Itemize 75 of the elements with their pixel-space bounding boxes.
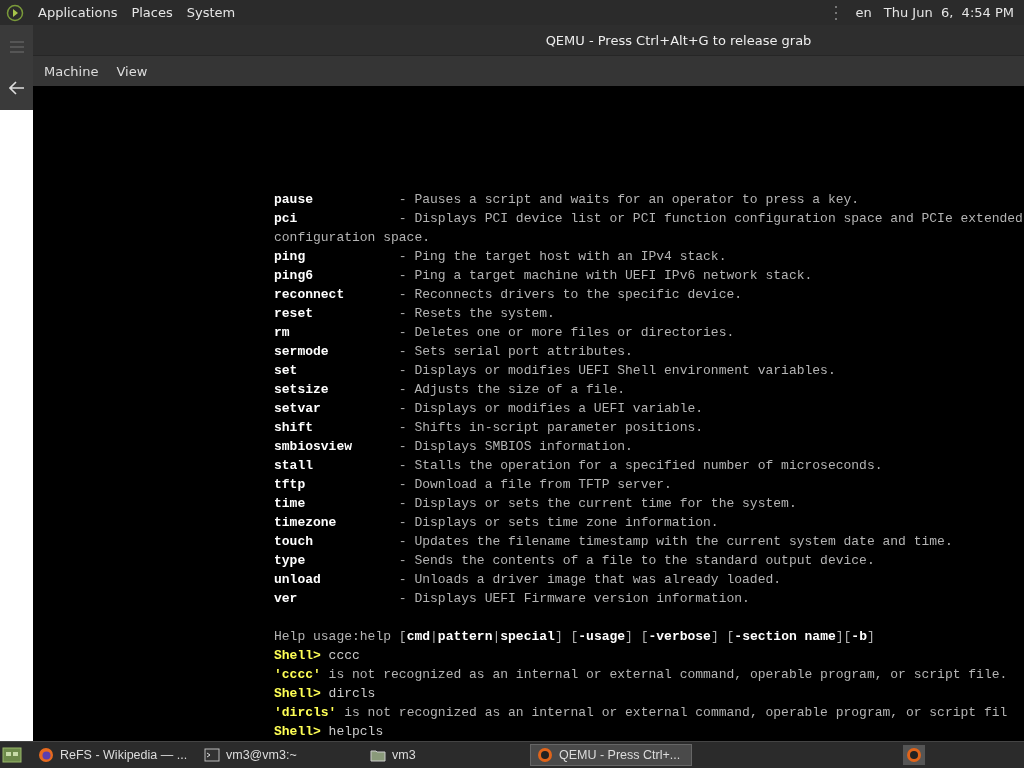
taskbar-button[interactable]: vm3@vm3:~ bbox=[198, 744, 360, 766]
browser-icon bbox=[38, 747, 54, 763]
shell-prompt: Shell> bbox=[274, 648, 321, 663]
menu-item[interactable]: Machine bbox=[44, 63, 99, 79]
command-description: - Displays UEFI Firmware version information. bbox=[398, 591, 750, 606]
taskbar-button[interactable]: ReFS - Wikipedia — ... bbox=[32, 744, 194, 766]
command-name: time bbox=[274, 495, 307, 513]
error-token: 'dircls' bbox=[274, 705, 337, 720]
help-usage-text: Help usage:help [cmd|pattern|special] [-usage] [-verbose] [-section name][-b] bbox=[274, 629, 875, 644]
shell-prompt: Shell> bbox=[274, 686, 321, 701]
command-name: sermode bbox=[274, 343, 330, 361]
error-message: is not recognized as an internal or external command, operable program, or script fil bbox=[344, 705, 1008, 720]
command-name: timezone bbox=[274, 514, 338, 532]
command-name: pause bbox=[274, 191, 314, 209]
typed-command: helpcls bbox=[328, 724, 384, 739]
taskbar-button[interactable]: vm3 bbox=[364, 744, 526, 766]
terminal-icon bbox=[204, 747, 220, 763]
command-description: - Unloads a driver image that was already loaded. bbox=[398, 572, 782, 587]
back-arrow-icon[interactable] bbox=[8, 81, 25, 95]
command-description: - Deletes one or more files or directories. bbox=[398, 325, 735, 340]
command-name: stall bbox=[274, 457, 314, 475]
menu-logo-icon[interactable] bbox=[6, 3, 24, 22]
shell-prompt: Shell> bbox=[274, 724, 321, 739]
command-name: tftp bbox=[274, 476, 307, 494]
command-description: - Displays SMBIOS information. bbox=[398, 439, 633, 454]
command-description: - Ping a target machine with UEFI IPv6 network stack. bbox=[398, 268, 813, 283]
tray-app-icon[interactable] bbox=[903, 745, 925, 765]
console-text: configuration space. bbox=[274, 230, 431, 245]
command-description: - Pauses a script and waits for an operator to press a key. bbox=[398, 192, 860, 207]
app-icon bbox=[537, 747, 553, 763]
command-name: ping bbox=[274, 248, 307, 266]
command-description: - Reconnects drivers to the specific device. bbox=[398, 287, 743, 302]
command-description: - Ping the target host with an IPv4 stack. bbox=[398, 249, 727, 264]
command-description: - Displays or modifies a UEFI variable. bbox=[398, 401, 704, 416]
taskbar-button[interactable]: QEMU - Press Ctrl+... bbox=[530, 744, 692, 766]
command-name: touch bbox=[274, 533, 314, 551]
command-name: ver bbox=[274, 590, 299, 608]
folder-icon bbox=[370, 747, 386, 763]
window-title: QEMU - Press Ctrl+Alt+G to release grab bbox=[544, 32, 812, 48]
command-name: reset bbox=[274, 305, 314, 323]
command-description: - Download a file from TFTP server. bbox=[398, 477, 672, 492]
command-description: - Stalls the operation for a specified number of microseconds. bbox=[398, 458, 883, 473]
command-description: - Displays or modifies UEFI Shell environment variables. bbox=[398, 363, 836, 378]
typed-command: cccc bbox=[328, 648, 360, 663]
command-name: ping6 bbox=[274, 267, 314, 285]
command-description: - Resets the system. bbox=[398, 306, 555, 321]
menu-item[interactable]: View bbox=[116, 63, 148, 79]
command-description: - Displays or sets the current time for the system. bbox=[398, 496, 797, 511]
command-description: - Adjusts the size of a file. bbox=[398, 382, 626, 397]
command-description: - Sets serial port attributes. bbox=[398, 344, 633, 359]
typed-command: dircls bbox=[328, 686, 376, 701]
error-token: 'cccc' bbox=[274, 667, 321, 682]
command-name: shift bbox=[274, 419, 314, 437]
command-name: setvar bbox=[274, 400, 322, 418]
command-name: set bbox=[274, 362, 299, 380]
panel-menu[interactable]: Places bbox=[131, 5, 173, 20]
separator-grip-icon bbox=[834, 5, 838, 20]
error-message: is not recognized as an internal or external command, operable program, or script file. bbox=[328, 667, 1008, 682]
panel-menu[interactable]: System bbox=[186, 5, 236, 20]
command-description: - Displays or sets time zone information. bbox=[398, 515, 719, 530]
command-name: setsize bbox=[274, 381, 330, 399]
command-name: pci bbox=[274, 210, 299, 228]
command-description: - Shifts in-script parameter positions. bbox=[398, 420, 704, 435]
desktop-icon[interactable] bbox=[2, 746, 22, 764]
command-description: - Sends the contents of a file to the standard output device. bbox=[398, 553, 875, 568]
command-name: smbiosview bbox=[274, 438, 353, 456]
command-description: - Displays PCI device list or PCI function configuration space and PCIe extended bbox=[398, 211, 1023, 226]
command-name: unload bbox=[274, 571, 322, 589]
command-name: type bbox=[274, 552, 307, 570]
keyboard-layout[interactable]: en bbox=[855, 5, 872, 20]
command-name: reconnect bbox=[274, 286, 346, 304]
panel-menu[interactable]: Applications bbox=[38, 5, 118, 20]
clock[interactable]: Thu Jun 6, 4:54 PM bbox=[883, 5, 1018, 20]
command-name: rm bbox=[274, 324, 291, 342]
command-description: - Updates the filename timestamp with the current system date and time. bbox=[398, 534, 953, 549]
